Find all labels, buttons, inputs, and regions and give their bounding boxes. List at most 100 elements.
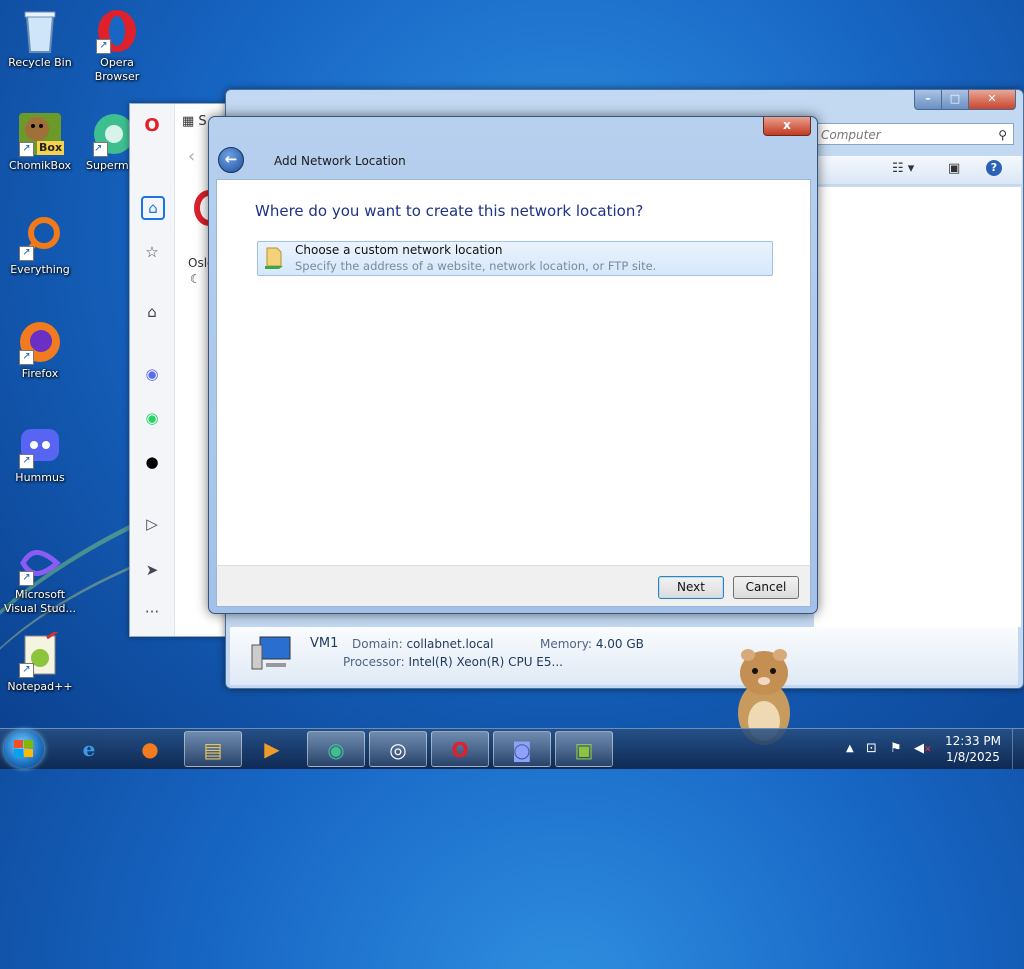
chomikbox-badge: Box <box>37 141 65 155</box>
dialog-close-button[interactable]: x <box>763 117 811 136</box>
player-icon[interactable]: ▷ <box>142 514 162 534</box>
clock-date: 1/8/2025 <box>946 750 1000 764</box>
messenger-icon[interactable]: ◉ <box>142 364 162 384</box>
home-icon[interactable]: ⌂ <box>141 196 165 220</box>
opera-tab-grid-icon[interactable]: ▦ S <box>182 114 207 129</box>
taskbar-file-explorer-icon[interactable]: ▤ <box>184 731 242 767</box>
shortcut-arrow-icon: ↗ <box>19 571 34 586</box>
show-desktop-button[interactable] <box>1012 729 1024 769</box>
more-icon[interactable]: ··· <box>142 602 162 622</box>
search-icon: ⚲ <box>998 128 1007 142</box>
domain-label: Domain: <box>352 637 403 651</box>
desktop-icon-label: Firefox <box>21 367 59 380</box>
shortcut-arrow-icon: ↗ <box>19 142 34 157</box>
network-icon[interactable]: ⊡ <box>866 729 877 769</box>
preview-pane-icon[interactable]: ▣ <box>948 161 960 176</box>
desktop-icon-chomikbox[interactable]: Box ↗ ChomikBox <box>0 111 80 173</box>
option-title: Choose a custom network location <box>295 243 503 257</box>
back-arrow-icon[interactable]: ‹ <box>188 146 195 167</box>
taskbar-firefox-icon[interactable]: ● <box>121 731 179 767</box>
option-description: Specify the address of a website, networ… <box>295 259 657 273</box>
explorer-content-pane <box>814 186 1021 627</box>
dialog-title: Add Network Location <box>274 154 406 168</box>
search-input[interactable]: Computer ⚲ <box>814 123 1014 145</box>
visual-studio-icon: ↗ <box>17 540 63 586</box>
firefox-icon: ↗ <box>17 319 63 365</box>
dialog-heading: Where do you want to create this network… <box>255 202 644 220</box>
domain-value: collabnet.local <box>406 637 494 651</box>
cancel-button[interactable]: Cancel <box>733 576 799 599</box>
taskbar-media-player-icon[interactable]: ▶ <box>243 731 301 767</box>
dialog-footer: Next Cancel <box>216 565 811 607</box>
back-button[interactable]: ← <box>218 147 244 173</box>
desktop-icon-supermium[interactable]: ↗ Superm <box>77 111 132 173</box>
shortcut-arrow-icon: ↗ <box>93 142 108 157</box>
windows-logo-icon <box>14 740 33 757</box>
shortcut-arrow-icon: ↗ <box>19 663 34 678</box>
desktop-icon-opera[interactable]: ↗ Opera Browser <box>77 8 157 84</box>
computer-name: VM1 <box>310 636 339 651</box>
opera-logo-icon: O <box>144 115 160 136</box>
maximize-button[interactable]: □ <box>941 90 969 110</box>
desktop-icon-everything[interactable]: ↗ Everything <box>0 215 80 277</box>
clock[interactable]: 12:33 PM 1/8/2025 <box>940 733 1006 765</box>
desktop-icon-label: Microsoft Visual Stud... <box>3 588 77 615</box>
shopping-bag-icon[interactable]: ⌂ <box>142 302 162 322</box>
processor-label: Processor: <box>343 655 405 669</box>
desktop-icon-label: Everything <box>10 263 70 276</box>
taskbar-internet-explorer-icon[interactable]: e <box>60 731 118 767</box>
desktop-icon-notepadpp[interactable]: ↗ Notepad++ <box>0 628 80 694</box>
minimize-button[interactable]: – <box>914 90 942 110</box>
close-button[interactable]: ✕ <box>968 90 1016 110</box>
dialog-header: ← Add Network Location <box>216 143 809 179</box>
desktop-icon-firefox[interactable]: ↗ Firefox <box>0 319 80 381</box>
desktop-icon-visual-studio[interactable]: ↗ Microsoft Visual Stud... <box>0 540 80 616</box>
tiktok-icon[interactable]: ● <box>142 452 162 472</box>
chomikbox-icon: Box ↗ <box>17 111 65 157</box>
everything-icon: ↗ <box>17 215 63 261</box>
opera-tab-text: S <box>198 114 207 129</box>
send-icon[interactable]: ➤ <box>142 560 162 580</box>
star-icon[interactable]: ☆ <box>142 242 162 262</box>
shortcut-arrow-icon: ↗ <box>19 246 34 261</box>
supermium-icon: ↗ <box>91 111 132 157</box>
view-options-icon[interactable]: ☷ ▾ <box>892 161 914 176</box>
shortcut-arrow-icon: ↗ <box>19 350 34 365</box>
taskbar-notepadpp-icon[interactable]: ▣ <box>555 731 613 767</box>
next-button[interactable]: Next <box>658 576 724 599</box>
memory-value: 4.00 GB <box>595 637 644 651</box>
desktop-icon-recycle-bin[interactable]: Recycle Bin <box>0 8 80 70</box>
whatsapp-icon[interactable]: ◉ <box>142 408 162 428</box>
add-network-location-dialog[interactable]: x ← Add Network Location Where do you wa… <box>208 116 818 614</box>
desktop-icon-label: Recycle Bin <box>8 56 72 69</box>
search-placeholder: Computer <box>821 128 881 142</box>
show-hidden-icons-icon[interactable]: ▲ <box>846 729 854 769</box>
memory-label: Memory: <box>540 637 592 651</box>
opera-icon: ↗ <box>94 8 140 54</box>
help-icon[interactable]: ? <box>986 160 1002 176</box>
taskbar-obama-app-icon[interactable]: ◎ <box>369 731 427 767</box>
clock-time: 12:33 PM <box>945 734 1001 748</box>
desktop-icon-label: Notepad++ <box>7 680 73 693</box>
shortcut-arrow-icon: ↗ <box>96 39 111 54</box>
explorer-toolbar: ☷ ▾ ▣ ? <box>814 156 1022 184</box>
opera-sidebar: O ⌂ ☆ ⌂ ◉ ◉ ● ▷ ➤ ··· <box>130 104 175 636</box>
taskbar-discord-icon[interactable]: ◙ <box>493 731 551 767</box>
processor-value: Intel(R) Xeon(R) CPU E5... <box>408 655 563 669</box>
action-center-flag-icon[interactable]: ⚑ <box>890 729 902 769</box>
moon-icon: ☾ <box>190 272 201 286</box>
custom-network-location-option[interactable]: Choose a custom network location Specify… <box>257 241 773 276</box>
recycle-bin-icon <box>17 8 63 54</box>
volume-muted-icon[interactable]: ◀✕ <box>914 729 932 769</box>
details-pane: VM1 Domain: collabnet.local Memory: 4.00… <box>230 627 1018 685</box>
start-button[interactable] <box>4 730 44 768</box>
desktop-icon-label: Hummus <box>15 471 65 484</box>
desktop-icon-hummus[interactable]: ↗ Hummus <box>0 423 80 485</box>
computer-icon <box>250 635 294 673</box>
discord-icon: ↗ <box>17 423 63 469</box>
taskbar: e ● ▤ ▶ ◉ ◎ O ◙ ▣ ▲ ⊡ ⚑ ◀✕ 12:33 PM 1/8/… <box>0 728 1024 769</box>
taskbar-supermium-icon[interactable]: ◉ <box>307 731 365 767</box>
taskbar-opera-icon[interactable]: O <box>431 731 489 767</box>
notepadpp-icon: ↗ <box>17 628 63 678</box>
network-folder-icon <box>263 246 289 270</box>
